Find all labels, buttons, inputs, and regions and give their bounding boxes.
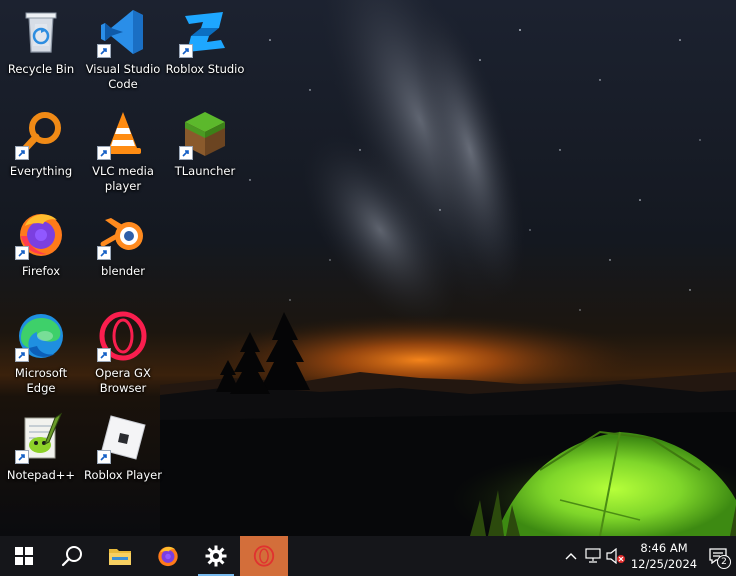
taskbar-settings-button[interactable]: [192, 536, 240, 576]
firefox-icon: [15, 208, 67, 260]
desktop-icon-microsoft-edge[interactable]: Microsoft Edge: [0, 306, 82, 402]
shortcut-arrow-icon: [15, 348, 29, 362]
clock-button[interactable]: 8:46 AM 12/25/2024: [628, 536, 700, 576]
desktop-icon-roblox-studio[interactable]: Roblox Studio: [164, 2, 246, 98]
settings-icon: [205, 545, 227, 567]
file-explorer-icon: [109, 549, 131, 565]
clock-time: 8:46 AM: [640, 541, 688, 555]
desktop-icon-everything[interactable]: Everything: [0, 104, 82, 200]
icon-label: Opera GX Browser: [95, 366, 151, 395]
firefox-icon: [158, 546, 178, 567]
shortcut-arrow-icon: [15, 246, 29, 260]
shortcut-arrow-icon: [97, 450, 111, 464]
icon-label: Visual Studio Code: [85, 62, 161, 91]
desktop-icon-visual-studio-code[interactable]: Visual Studio Code: [82, 2, 164, 98]
taskbar-opera-gx-button[interactable]: [240, 536, 288, 576]
edge-icon: [15, 310, 67, 362]
search-icon: [61, 546, 82, 567]
icon-label: Microsoft Edge: [14, 366, 68, 395]
icon-label: Notepad++: [6, 468, 76, 482]
desktop-icon-notepad-plus-plus[interactable]: Notepad++: [0, 408, 82, 504]
start-button[interactable]: [0, 536, 48, 576]
shortcut-arrow-icon: [179, 44, 193, 58]
clock-date: 12/25/2024: [630, 557, 698, 571]
chevron-up-icon: [565, 553, 577, 560]
notepad-plus-plus-icon: [15, 412, 67, 464]
everything-search-icon: [15, 108, 67, 160]
roblox-studio-icon: [179, 6, 231, 58]
taskbar: 8:46 AM 12/25/2024 2: [0, 536, 736, 576]
icon-label: Everything: [9, 164, 73, 178]
icon-label: Firefox: [21, 264, 61, 278]
notification-center-button[interactable]: 2: [700, 536, 736, 576]
system-tray: 8:46 AM 12/25/2024 2: [560, 536, 736, 576]
shortcut-arrow-icon: [97, 348, 111, 362]
roblox-player-icon: [97, 412, 149, 464]
tlauncher-icon: [179, 108, 231, 160]
desktop-icon-blender[interactable]: blender: [82, 204, 164, 300]
desktop-icon-vlc[interactable]: VLC media player: [82, 104, 164, 200]
icon-label: Roblox Player: [84, 468, 162, 482]
opera-gx-icon: [253, 545, 275, 567]
notification-count-badge: 2: [717, 555, 731, 569]
desktop-icon-tlauncher[interactable]: TLauncher: [164, 104, 246, 200]
icon-label: Roblox Studio: [165, 62, 245, 76]
shortcut-arrow-icon: [15, 146, 29, 160]
desktop-icon-opera-gx[interactable]: Opera GX Browser: [82, 306, 164, 402]
network-icon: [585, 548, 601, 563]
icon-label: blender: [101, 264, 145, 278]
start-icon: [15, 547, 33, 565]
icon-label: TLauncher: [174, 164, 236, 178]
opera-gx-icon: [97, 310, 149, 362]
taskbar-firefox-button[interactable]: [144, 536, 192, 576]
blender-icon: [97, 208, 149, 260]
shortcut-arrow-icon: [97, 146, 111, 160]
recycle-bin-icon: [15, 6, 67, 58]
file-explorer-button[interactable]: [96, 536, 144, 576]
volume-button[interactable]: [604, 536, 628, 576]
icon-label: VLC media player: [92, 164, 154, 193]
desktop-icon-firefox[interactable]: Firefox: [0, 204, 82, 300]
shortcut-arrow-icon: [15, 450, 29, 464]
desktop-icon-recycle-bin[interactable]: Recycle Bin: [0, 2, 82, 98]
vlc-icon: [97, 108, 149, 160]
desktop-icon-roblox-player[interactable]: Roblox Player: [82, 408, 164, 504]
shortcut-arrow-icon: [97, 44, 111, 58]
volume-muted-icon: [606, 548, 625, 564]
shortcut-arrow-icon: [97, 246, 111, 260]
network-button[interactable]: [582, 536, 604, 576]
search-button[interactable]: [48, 536, 96, 576]
shortcut-arrow-icon: [179, 146, 193, 160]
vscode-icon: [97, 6, 149, 58]
show-hidden-icons-button[interactable]: [560, 536, 582, 576]
icon-label: Recycle Bin: [7, 62, 75, 76]
